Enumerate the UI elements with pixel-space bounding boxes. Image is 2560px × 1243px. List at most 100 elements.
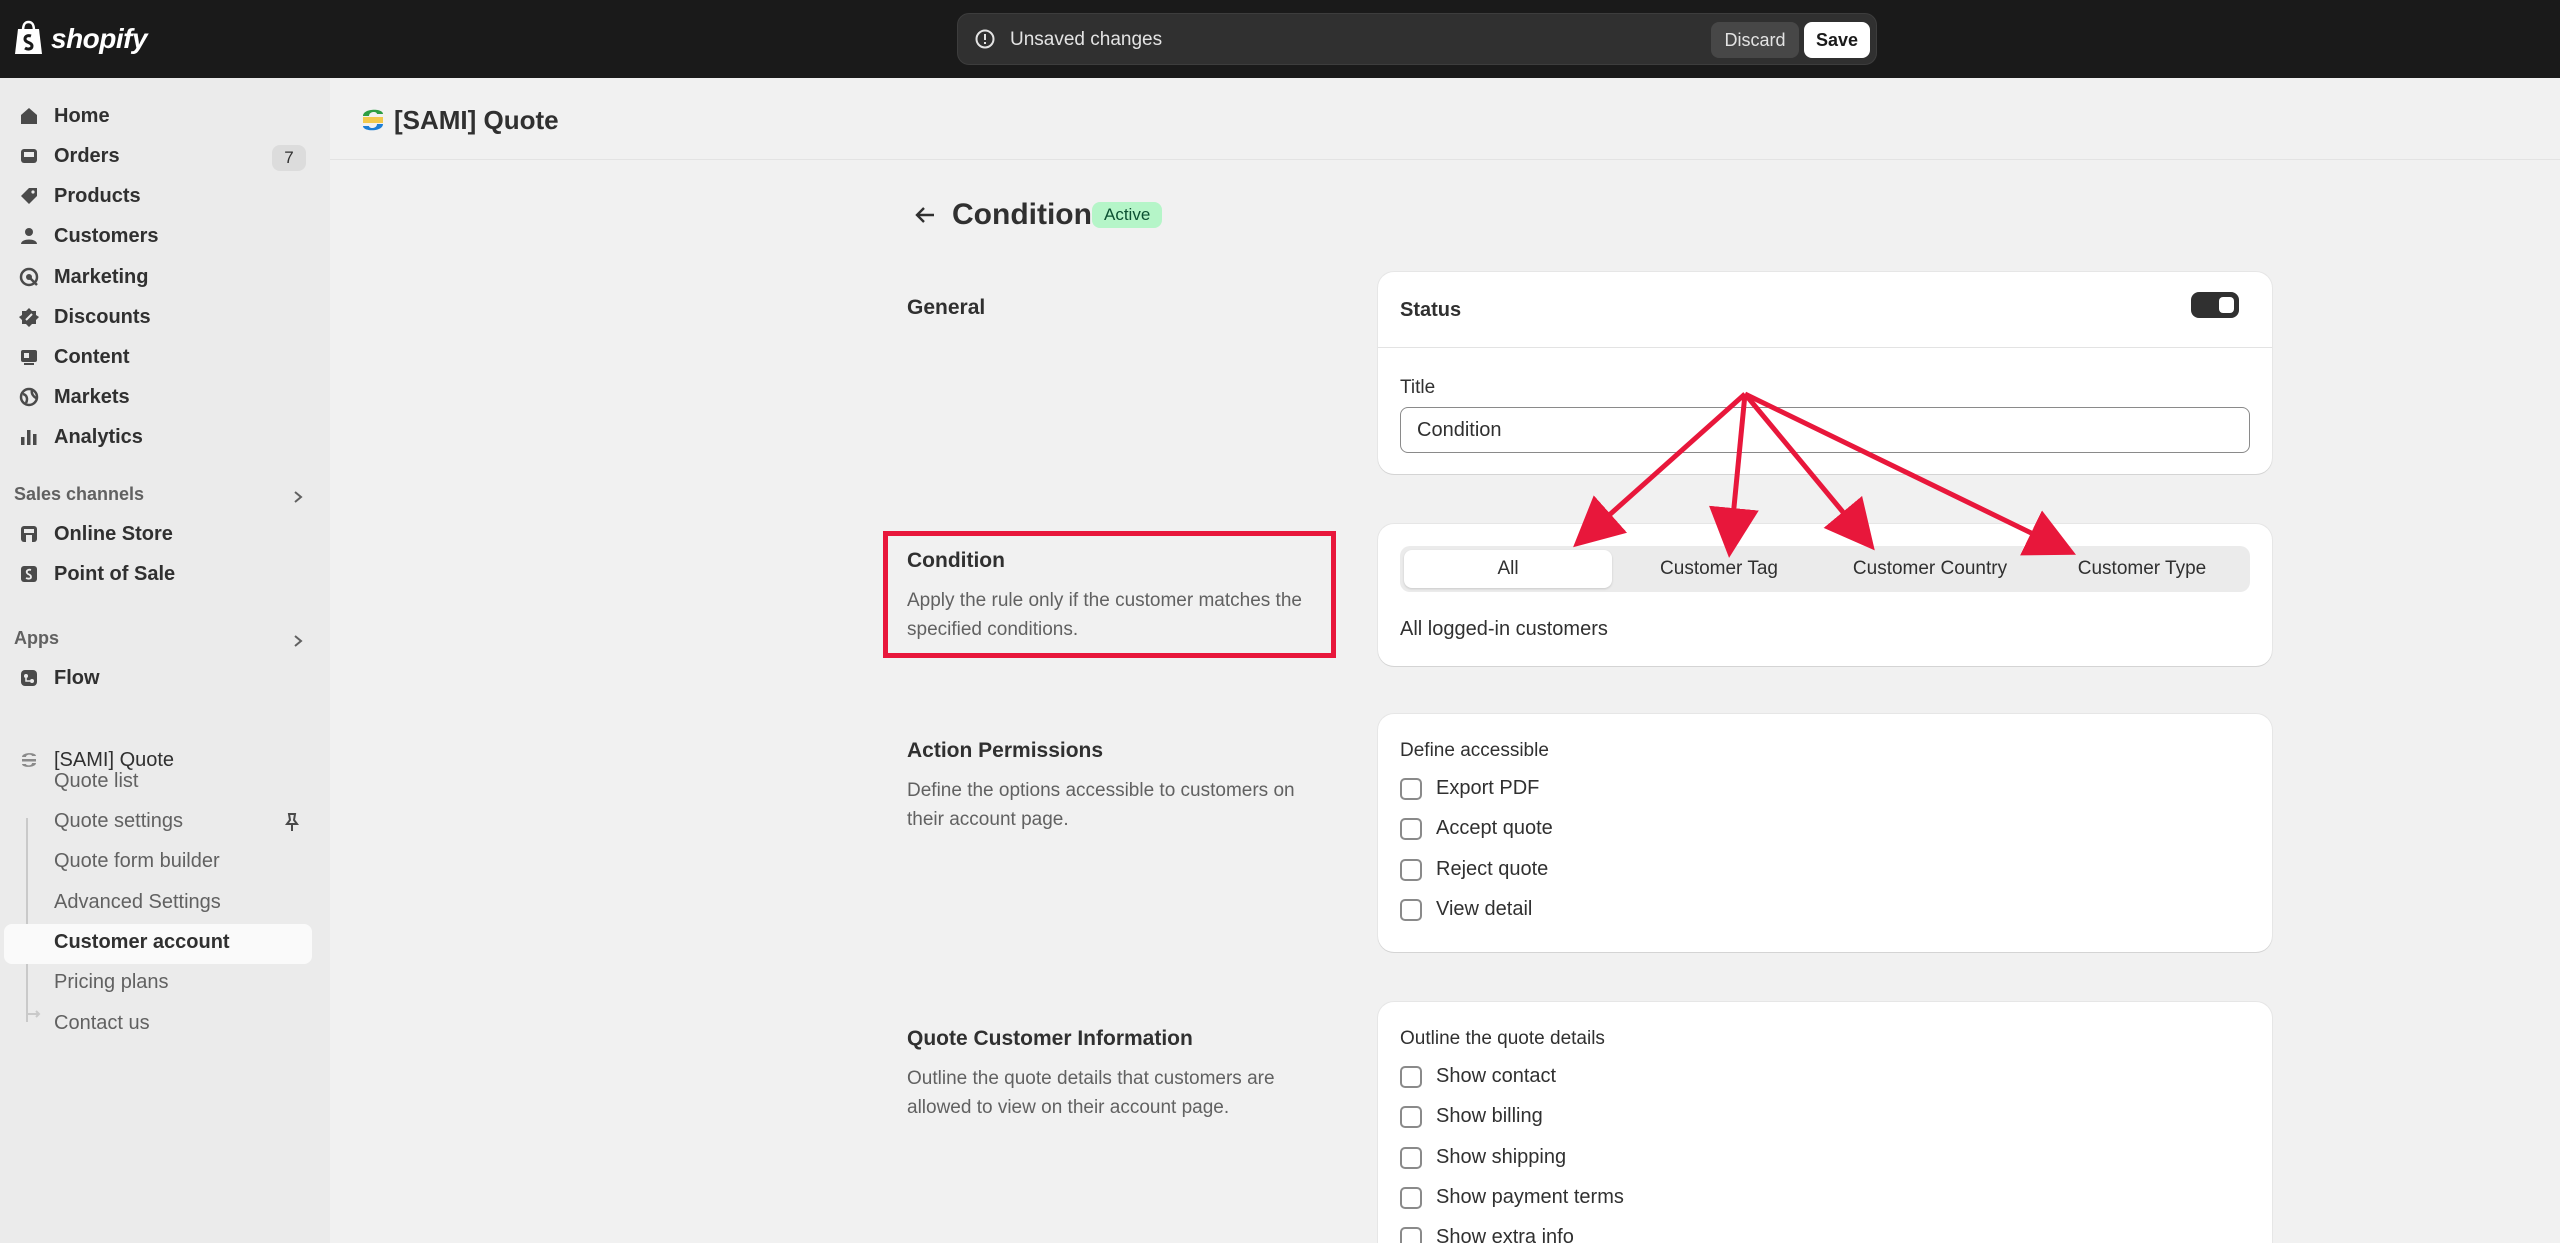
sidebar-item-label: Flow xyxy=(54,666,100,689)
sidebar-item-flow[interactable]: Flow xyxy=(0,659,320,697)
define-accessible-label: Define accessible xyxy=(1400,740,1549,761)
pos-icon xyxy=(21,566,37,582)
quote-customer-info-title: Quote Customer Information xyxy=(907,1027,1193,1050)
app-header: [SAMI] Quote xyxy=(330,78,2560,160)
checkbox-label: Show extra info xyxy=(1436,1226,1574,1243)
sidebar-item-markets[interactable]: Markets xyxy=(0,378,320,416)
tree-branch-icon xyxy=(26,1004,41,1018)
tab-customer-type[interactable]: Customer Type xyxy=(2038,550,2246,588)
action-permissions-description: Define the options accessible to custome… xyxy=(907,780,1295,830)
back-arrow-icon[interactable] xyxy=(912,202,938,228)
sidebar-item-label: Content xyxy=(54,345,130,368)
content-icon xyxy=(21,350,37,365)
checkbox[interactable] xyxy=(1400,1065,1422,1088)
sidebar-item-content[interactable]: Content xyxy=(0,338,320,376)
sidebar-item-home[interactable]: Home xyxy=(0,97,320,135)
save-button[interactable]: Save xyxy=(1804,22,1870,58)
sidebar-item-label: Marketing xyxy=(54,265,149,288)
sidebar-item-label: [SAMI] Quote xyxy=(54,748,175,771)
sidebar-item-point-of-sale[interactable]: Point of Sale xyxy=(0,555,320,593)
sidebar-item-products[interactable]: Products xyxy=(0,177,320,215)
sidebar-item-label: Point of Sale xyxy=(54,562,176,585)
checkbox[interactable] xyxy=(1400,1186,1422,1209)
checkbox-reject-quote[interactable]: Reject quote xyxy=(1400,858,1548,881)
checkbox[interactable] xyxy=(1400,817,1422,840)
sidebar-item-marketing[interactable]: Marketing xyxy=(0,258,320,296)
sidebar-item-online-store[interactable]: Online Store xyxy=(0,515,320,553)
status-badge: Active xyxy=(1092,202,1163,228)
sidebar-item-customers[interactable]: Customers xyxy=(0,217,320,255)
shopify-bag-icon xyxy=(15,20,42,54)
store-icon xyxy=(21,526,37,542)
sidebar-item-label: Analytics xyxy=(54,425,143,448)
contextual-save-bar: Unsaved changes Discard Save xyxy=(957,13,1877,65)
sidebar-subitem-quote-settings[interactable]: Quote settings xyxy=(54,810,183,833)
status-toggle[interactable] xyxy=(2191,292,2239,318)
chevron-right-icon[interactable] xyxy=(290,489,306,505)
checkbox-show-shipping[interactable]: Show shipping xyxy=(1400,1146,1566,1169)
sidebar-subitem-customer-account[interactable]: Customer account xyxy=(54,931,230,954)
annotation-highlight-box xyxy=(883,531,1336,658)
checkbox-label: Show contact xyxy=(1436,1065,1557,1087)
checkbox[interactable] xyxy=(1400,1226,1422,1243)
orders-count-badge: 7 xyxy=(272,145,306,171)
sidebar-subitem-pricing-plans[interactable]: Pricing plans xyxy=(54,971,169,994)
checkbox-show-payment-terms[interactable]: Show payment terms xyxy=(1400,1186,1624,1209)
home-icon xyxy=(21,108,37,124)
flow-icon xyxy=(21,670,37,686)
sidebar-subitem-contact-us[interactable]: Contact us xyxy=(54,1012,150,1035)
checkbox-show-billing[interactable]: Show billing xyxy=(1400,1105,1543,1128)
sidebar-item-label: Markets xyxy=(54,385,130,408)
general-card: Status Title xyxy=(1378,272,2272,474)
top-bar: shopify Unsaved changes Discard Save xyxy=(0,0,2560,78)
tab-all[interactable]: All xyxy=(1404,550,1612,588)
checkbox-show-contact[interactable]: Show contact xyxy=(1400,1065,1556,1088)
checkbox[interactable] xyxy=(1400,777,1422,800)
sales-channels-heading: Sales channels xyxy=(14,484,145,504)
shopify-logo[interactable]: shopify xyxy=(12,20,148,57)
status-label: Status xyxy=(1400,299,1462,321)
title-input[interactable] xyxy=(1400,407,2250,453)
checkbox-accept-quote[interactable]: Accept quote xyxy=(1400,817,1553,840)
tab-customer-country[interactable]: Customer Country xyxy=(1826,550,2034,588)
checkbox-label: Show billing xyxy=(1436,1105,1543,1127)
sidebar-item-label: Customers xyxy=(54,224,159,247)
person-icon xyxy=(21,228,37,244)
title-field-label: Title xyxy=(1400,377,1436,398)
chevron-right-icon[interactable] xyxy=(290,633,306,649)
sidebar: Home Orders 7 Products Customers Marketi… xyxy=(0,78,330,1243)
general-section-title: General xyxy=(907,296,986,319)
checkbox-label: Reject quote xyxy=(1436,858,1549,880)
sidebar-item-analytics[interactable]: Analytics xyxy=(0,418,320,456)
action-permissions-title: Action Permissions xyxy=(907,739,1104,762)
condition-tab-content: All logged-in customers xyxy=(1400,618,1608,640)
checkbox-label: Show payment terms xyxy=(1436,1186,1624,1208)
sidebar-subitem-quote-list[interactable]: Quote list xyxy=(54,770,138,793)
bar-chart-icon xyxy=(21,430,37,445)
sidebar-item-discounts[interactable]: Discounts xyxy=(0,298,320,336)
sidebar-item-orders[interactable]: Orders 7 xyxy=(0,137,320,175)
checkbox-label: Accept quote xyxy=(1436,817,1553,839)
checkbox-label: View detail xyxy=(1436,898,1533,920)
checkbox[interactable] xyxy=(1400,898,1422,921)
sidebar-item-label: Products xyxy=(54,184,141,207)
quote-customer-info-card: Outline the quote details Show contact S… xyxy=(1378,1002,2272,1243)
sidebar-item-sami-quote[interactable]: [SAMI] Quote xyxy=(0,741,320,779)
checkbox-show-extra-info[interactable]: Show extra info xyxy=(1400,1226,1574,1243)
tab-customer-tag[interactable]: Customer Tag xyxy=(1615,550,1823,588)
status-row: Status xyxy=(1378,272,2272,348)
sidebar-subitem-quote-form-builder[interactable]: Quote form builder xyxy=(54,850,220,873)
discard-button[interactable]: Discard xyxy=(1711,22,1799,58)
checkbox-export-pdf[interactable]: Export PDF xyxy=(1400,777,1539,800)
checkbox-view-detail[interactable]: View detail xyxy=(1400,898,1532,921)
checkbox[interactable] xyxy=(1400,1105,1422,1128)
pin-icon[interactable] xyxy=(282,811,302,833)
checkbox[interactable] xyxy=(1400,1146,1422,1169)
sidebar-subitem-advanced-settings[interactable]: Advanced Settings xyxy=(54,891,221,914)
checkbox[interactable] xyxy=(1400,858,1422,881)
apps-heading: Apps xyxy=(14,628,59,648)
tag-icon xyxy=(21,188,37,204)
page-title: Condition xyxy=(952,198,1092,231)
action-permissions-card: Define accessible Export PDF Accept quot… xyxy=(1378,714,2272,952)
sami-quote-app-icon xyxy=(22,753,36,767)
